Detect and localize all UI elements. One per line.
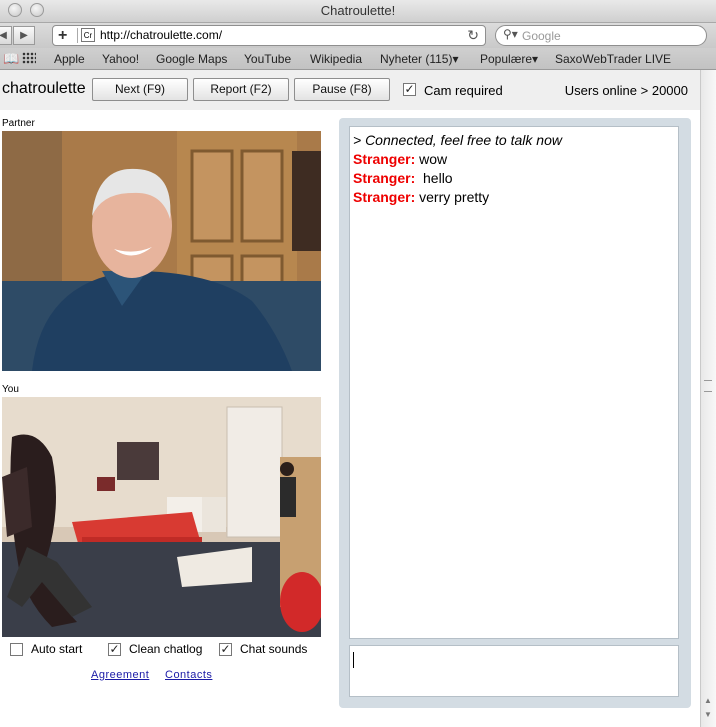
bookmark-wikipedia[interactable]: Wikipedia xyxy=(310,52,362,66)
cam-required-checkbox[interactable]: ✓ xyxy=(403,83,416,96)
page-content: chatroulette Next (F9) Report (F2) Pause… xyxy=(0,70,700,727)
chat-message: Stranger: verry pretty xyxy=(353,188,675,207)
bookmark-youtube[interactable]: YouTube xyxy=(244,52,291,66)
check-icon: ✓ xyxy=(109,642,120,656)
bookmark-yahoo[interactable]: Yahoo! xyxy=(102,52,139,66)
bookmark-populaere[interactable]: Populære▾ xyxy=(480,52,538,66)
message-sender: Stranger: xyxy=(353,151,416,167)
chat-message: Stranger: hello xyxy=(353,169,675,188)
add-bookmark-icon[interactable]: + xyxy=(58,26,67,45)
top-sites-grid-icon[interactable] xyxy=(22,52,36,64)
your-video-frame xyxy=(2,397,321,637)
clean-chatlog-label: Clean chatlog xyxy=(129,642,203,656)
reload-icon[interactable]: ↻ xyxy=(467,27,479,44)
logo: chatroulette xyxy=(2,80,86,97)
address-bar[interactable]: + Cr http://chatroulette.com/ ↻ xyxy=(52,25,486,46)
chat-input[interactable] xyxy=(349,645,679,697)
bookmark-google-maps[interactable]: Google Maps xyxy=(156,52,227,66)
chat-panel: > Connected, feel free to talk now Stran… xyxy=(339,118,691,708)
message-sender: Stranger: xyxy=(353,170,416,186)
browser-toolbar: ◀ ▶ + Cr http://chatroulette.com/ ↻ ⚲▾ G… xyxy=(0,23,716,48)
forward-icon[interactable]: ▶ xyxy=(13,26,35,45)
text-caret xyxy=(353,652,354,668)
bookmark-saxowebtrader[interactable]: SaxoWebTrader LIVE xyxy=(555,52,671,66)
contacts-link[interactable]: Contacts xyxy=(165,669,212,681)
you-label: You xyxy=(2,384,19,395)
scrollbar-grip[interactable] xyxy=(704,380,712,392)
address-separator xyxy=(77,28,78,43)
window-titlebar: Chatroulette! xyxy=(0,0,716,23)
back-icon[interactable]: ◀ xyxy=(0,26,12,45)
bookmarks-bar: 📖 Apple Yahoo! Google Maps YouTube Wikip… xyxy=(0,48,716,70)
auto-start-label: Auto start xyxy=(31,642,83,656)
system-message: > Connected, feel free to talk now xyxy=(353,132,562,148)
check-icon: ✓ xyxy=(220,642,231,656)
search-input[interactable]: Google xyxy=(522,29,561,43)
bookmarks-book-icon[interactable]: 📖 xyxy=(3,51,19,67)
bookmark-nyheter[interactable]: Nyheter (115)▾ xyxy=(380,52,459,66)
site-favicon: Cr xyxy=(81,28,95,42)
message-text: verry pretty xyxy=(419,189,490,205)
auto-start-checkbox[interactable] xyxy=(10,643,23,656)
cam-required-label: Cam required xyxy=(424,83,503,98)
partner-label: Partner xyxy=(2,118,35,129)
app-header: chatroulette Next (F9) Report (F2) Pause… xyxy=(0,70,700,110)
window-title: Chatroulette! xyxy=(320,3,396,18)
chat-sounds-label: Chat sounds xyxy=(240,642,308,656)
message-sender: Stranger: xyxy=(353,189,416,205)
search-field[interactable]: ⚲▾ Google xyxy=(495,25,707,46)
next-button[interactable]: Next (F9) xyxy=(92,78,188,101)
report-button[interactable]: Report (F2) xyxy=(193,78,289,101)
message-text: hello xyxy=(419,170,453,186)
partner-video-frame xyxy=(2,131,321,371)
bookmark-apple[interactable]: Apple xyxy=(54,52,85,66)
url-text[interactable]: http://chatroulette.com/ xyxy=(100,28,222,42)
scroll-up-icon[interactable]: ▲ xyxy=(704,696,712,705)
your-video xyxy=(2,397,321,637)
agreement-link[interactable]: Agreement xyxy=(91,669,149,681)
scroll-down-icon[interactable]: ▼ xyxy=(704,710,712,719)
clean-chatlog-checkbox[interactable]: ✓ xyxy=(108,643,121,656)
page-scrollbar[interactable]: ▲ ▼ xyxy=(700,70,716,727)
users-online: Users online > 20000 xyxy=(564,83,688,98)
chat-sounds-checkbox[interactable]: ✓ xyxy=(219,643,232,656)
check-icon: ✓ xyxy=(404,82,415,96)
pause-button[interactable]: Pause (F8) xyxy=(294,78,390,101)
chat-log: > Connected, feel free to talk now Stran… xyxy=(349,126,679,639)
message-text: wow xyxy=(419,151,448,167)
chat-message: Stranger: wow xyxy=(353,150,675,169)
search-icon: ⚲▾ xyxy=(503,27,518,41)
partner-video xyxy=(2,131,321,371)
